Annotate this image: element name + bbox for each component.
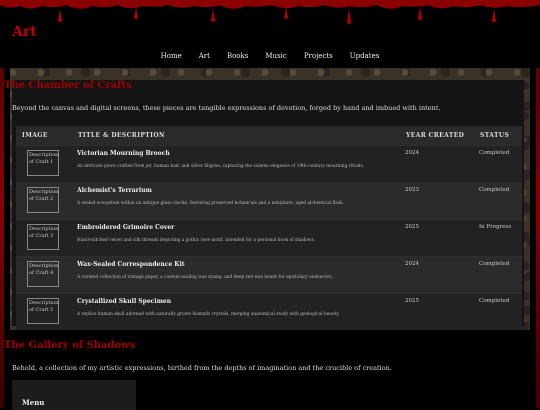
craft-status: In Progress — [474, 219, 522, 257]
craft-image-placeholder: Description of Craft 4 — [27, 261, 59, 287]
header-status: STATUS — [474, 126, 522, 146]
table-row: Description of Craft 1 Victorian Mournin… — [16, 145, 522, 183]
craft-image-placeholder: Description of Craft 5 — [27, 298, 59, 324]
nav-home[interactable]: Home — [161, 52, 182, 60]
craft-description: A curated collection of vintage paper, a… — [77, 275, 333, 280]
nav-updates[interactable]: Updates — [350, 52, 380, 60]
craft-title: Crystallized Skull Specimen — [77, 298, 172, 305]
right-blood-border — [536, 68, 540, 408]
header-year-created: YEAR CREATED — [400, 126, 474, 146]
craft-year: 2024 — [400, 256, 474, 294]
table-row: Description of Craft 2 Alchemist's Terra… — [16, 182, 522, 220]
craft-year: 2025 — [400, 293, 474, 330]
craft-image-placeholder: Description of Craft 1 — [27, 150, 59, 176]
main-nav: Home Art Books Music Projects Updates — [0, 52, 540, 60]
craft-description: A replica human skull adorned with natur… — [77, 312, 340, 317]
craft-title: Victorian Mourning Brooch — [77, 150, 170, 157]
table-row: Description of Craft 4 Wax-Sealed Corres… — [16, 256, 522, 294]
craft-status: Completed — [474, 182, 522, 220]
gallery-section-title: The Gallery of Shadows — [4, 340, 136, 351]
site-title: Art — [12, 24, 37, 40]
craft-image-placeholder: Description of Craft 2 — [27, 187, 59, 213]
craft-description: Hand-stitched velvet and silk threads de… — [77, 238, 316, 243]
menu-label[interactable]: Menu — [22, 398, 44, 407]
header-image: IMAGE — [16, 126, 72, 146]
nav-art[interactable]: Art — [199, 52, 210, 60]
crafts-section-title: The Chamber of Crafts — [4, 80, 132, 91]
table-row: Description of Craft 3 Embroidered Grimo… — [16, 219, 522, 257]
crafts-section-description: Beyond the canvas and digital screens, t… — [12, 104, 441, 112]
craft-title: Wax-Sealed Correspondence Kit — [77, 261, 185, 268]
crafts-table: IMAGE TITLE & DESCRIPTION YEAR CREATED S… — [16, 126, 522, 330]
nav-music[interactable]: Music — [265, 52, 286, 60]
craft-status: Completed — [474, 293, 522, 330]
craft-title: Alchemist's Terrarium — [77, 187, 152, 194]
craft-year: 2024 — [400, 145, 474, 183]
craft-year: 2023 — [400, 182, 474, 220]
craft-year: 2025 — [400, 219, 474, 257]
craft-description: An intricate piece crafted from jet, hum… — [77, 164, 365, 169]
table-header-row: IMAGE TITLE & DESCRIPTION YEAR CREATED S… — [16, 126, 522, 146]
header-title-description: TITLE & DESCRIPTION — [72, 126, 400, 146]
nav-projects[interactable]: Projects — [304, 52, 333, 60]
craft-image-placeholder: Description of Craft 3 — [27, 224, 59, 250]
left-blood-border — [0, 68, 4, 408]
nav-books[interactable]: Books — [227, 52, 248, 60]
craft-status: Completed — [474, 145, 522, 183]
craft-description: A sealed ecosystem within an antique gla… — [77, 201, 344, 206]
gallery-section-description: Behold, a collection of my artistic expr… — [12, 364, 392, 372]
blood-drip-border — [0, 0, 540, 24]
craft-title: Embroidered Grimoire Cover — [77, 224, 175, 231]
craft-status: Completed — [474, 256, 522, 294]
table-row: Description of Craft 5 Crystallized Skul… — [16, 293, 522, 330]
